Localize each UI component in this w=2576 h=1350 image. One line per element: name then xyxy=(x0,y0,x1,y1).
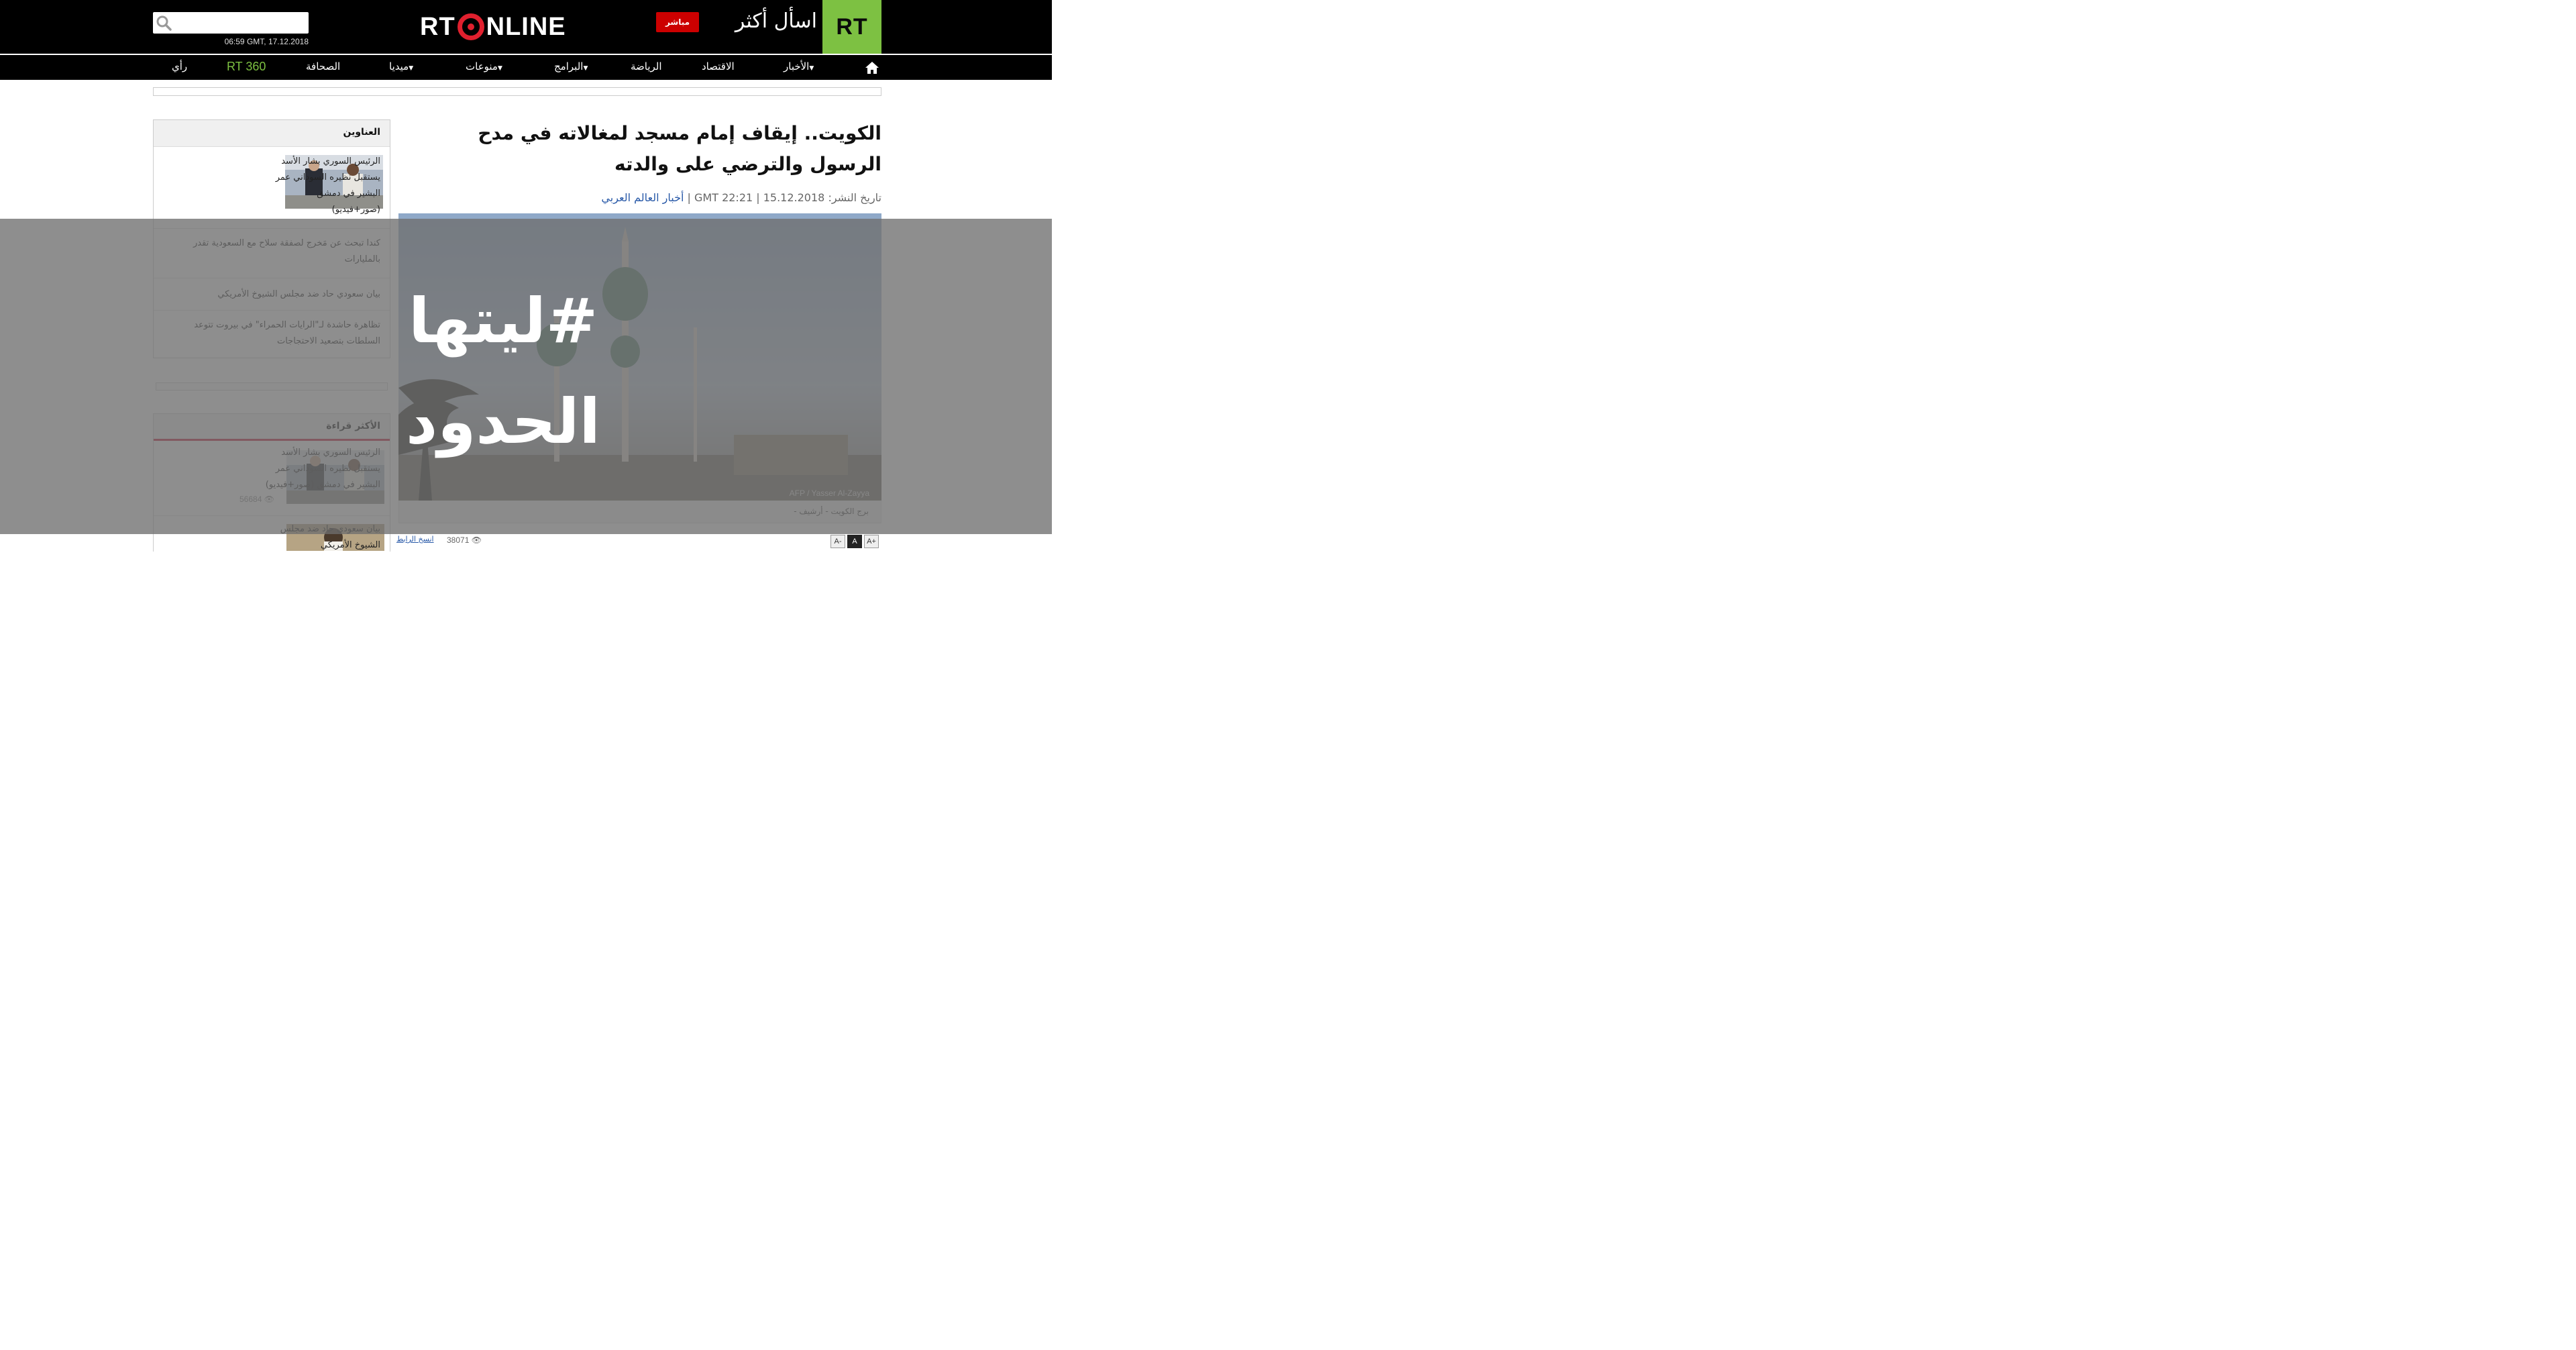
meta-time: GMT 22:21 xyxy=(694,191,753,204)
nav-economy-label: الاقتصاد xyxy=(702,60,735,72)
banner-placeholder xyxy=(153,87,881,96)
headlines-header: العناوين xyxy=(154,120,390,147)
most-read-text[interactable]: بيان سعودي حاد ضد مجلس الشيوخ الأمريكي xyxy=(256,521,380,554)
headline-text[interactable]: تظاهرة حاشدة لـ"الرايات الحمراء" في بيرو… xyxy=(166,317,380,350)
views-count: 56684 xyxy=(239,495,262,504)
rt-logo[interactable]: RT xyxy=(822,0,881,54)
rt-online-brand[interactable]: RT NLINE xyxy=(420,12,566,42)
copy-link[interactable]: انسخ الرابط xyxy=(396,535,434,543)
top-bar: RT اسأل أكثر مباشر RT NLINE 06:59 GMT, 1… xyxy=(0,0,1052,54)
image-caption: برج الكويت - أرشيف - xyxy=(794,507,869,516)
rt-logo-text: RT xyxy=(836,13,868,40)
search-icon[interactable] xyxy=(156,15,172,31)
nav-misc-label: منوعات xyxy=(466,60,498,72)
nav-sports-label: الرياضة xyxy=(631,60,662,72)
ad-placeholder xyxy=(156,382,388,391)
nav-rt360[interactable]: RT 360 xyxy=(227,55,266,80)
nav-press[interactable]: الصحافة xyxy=(306,55,340,80)
hashtag-line-1: #ليتها الحدود xyxy=(406,285,600,458)
brand-left: RT xyxy=(420,12,455,41)
most-read-header: الأكثر قراءة xyxy=(154,414,390,441)
eye-icon: 👁 xyxy=(471,535,482,545)
nav-media[interactable]: ميديا▼ xyxy=(389,55,415,80)
headline-item[interactable]: بيان سعودي حاد ضد مجلس الشيوخ الأمريكي xyxy=(154,278,390,311)
article-meta: تاريخ النشر: 15.12.2018 | GMT 22:21 | أخ… xyxy=(601,191,881,204)
slogan: اسأل أكثر xyxy=(735,9,817,33)
most-read-panel: الأكثر قراءة الرئيس السوري بشار الأسد يس… xyxy=(153,413,390,552)
most-read-title: الأكثر قراءة xyxy=(326,421,380,431)
font-normal-button[interactable]: A xyxy=(847,535,862,548)
brand-right: NLINE xyxy=(486,12,566,41)
nav-news-label: الأخبار xyxy=(784,60,810,72)
most-read-text[interactable]: الرئيس السوري بشار الأسد يستقبل نظيره ال… xyxy=(256,445,380,493)
meta-prefix: تاريخ النشر: xyxy=(828,191,881,204)
brand-ring-icon xyxy=(457,13,484,40)
nav-opinion[interactable]: رأي xyxy=(172,55,187,80)
headlines-panel: العناوين الرئيس السوري بشار الأسد يستقبل… xyxy=(153,119,390,358)
font-size-tools: A- A A+ xyxy=(830,535,879,550)
nav-press-label: الصحافة xyxy=(306,60,341,72)
views-count: 38071 xyxy=(447,535,470,545)
most-read-item[interactable]: الرئيس السوري بشار الأسد يستقبل نظيره ال… xyxy=(154,441,390,516)
live-button[interactable]: مباشر xyxy=(656,12,699,32)
home-icon[interactable] xyxy=(864,60,880,75)
nav-opinion-label: رأي xyxy=(172,60,188,72)
photo-credit: AFP / Yasser Al-Zayya xyxy=(789,488,869,498)
headline-text[interactable]: بيان سعودي حاد ضد مجلس الشيوخ الأمريكي xyxy=(166,287,380,303)
nav-news[interactable]: الأخبار▼ xyxy=(784,55,816,80)
headline-item[interactable]: الرئيس السوري بشار الأسد يستقبل نظيره ال… xyxy=(154,147,390,229)
headline-item[interactable]: كندا تبحث عن مَخرج لصفقة سلاح مع السعودي… xyxy=(154,229,390,278)
font-increase-button[interactable]: A+ xyxy=(864,535,879,548)
nav-programs-label: البرامج xyxy=(554,60,584,72)
headlines-title: العناوين xyxy=(343,127,381,138)
meta-date: 15.12.2018 xyxy=(763,191,825,204)
article-views: 38071 👁 xyxy=(447,535,482,545)
headline-item[interactable]: تظاهرة حاشدة لـ"الرايات الحمراء" في بيرو… xyxy=(154,311,390,358)
eye-icon: 👁 xyxy=(264,495,274,504)
current-datetime: 06:59 GMT, 17.12.2018 xyxy=(224,37,309,46)
nav-misc[interactable]: منوعات▼ xyxy=(466,55,504,80)
most-read-views: 56684 👁 xyxy=(239,495,274,504)
nav-media-label: ميديا xyxy=(389,60,409,72)
hashtag-overlay: #ليتها الحدود xyxy=(406,285,600,458)
font-decrease-button[interactable]: A- xyxy=(830,535,845,548)
article-title: الكويت.. إيقاف إمام مسجد لمغالاته في مدح… xyxy=(478,122,881,175)
image-caption-bar: برج الكويت - أرشيف - xyxy=(398,501,881,523)
nav-economy[interactable]: الاقتصاد xyxy=(702,55,735,80)
headline-text[interactable]: الرئيس السوري بشار الأسد يستقبل نظيره ال… xyxy=(273,154,380,218)
chevron-down-icon: ▼ xyxy=(497,65,502,72)
nav-programs[interactable]: البرامج▼ xyxy=(554,55,590,80)
article-category-link[interactable]: أخبار العالم العربي xyxy=(601,191,684,204)
headline-text[interactable]: كندا تبحث عن مَخرج لصفقة سلاح مع السعودي… xyxy=(166,236,380,268)
chevron-down-icon: ▼ xyxy=(409,65,414,72)
nav-sports[interactable]: الرياضة xyxy=(631,55,662,80)
chevron-down-icon: ▼ xyxy=(809,65,814,72)
chevron-down-icon: ▼ xyxy=(583,65,588,72)
hashtag-word: #ليتها xyxy=(409,285,598,358)
main-nav: الأخبار▼ الاقتصاد الرياضة البرامج▼ منوعا… xyxy=(0,55,1052,80)
search-input[interactable] xyxy=(157,12,309,34)
search-box[interactable] xyxy=(153,12,309,34)
hashtag-word: الحدود xyxy=(406,386,600,458)
most-read-item[interactable]: بيان سعودي حاد ضد مجلس الشيوخ الأمريكي xyxy=(154,516,390,551)
